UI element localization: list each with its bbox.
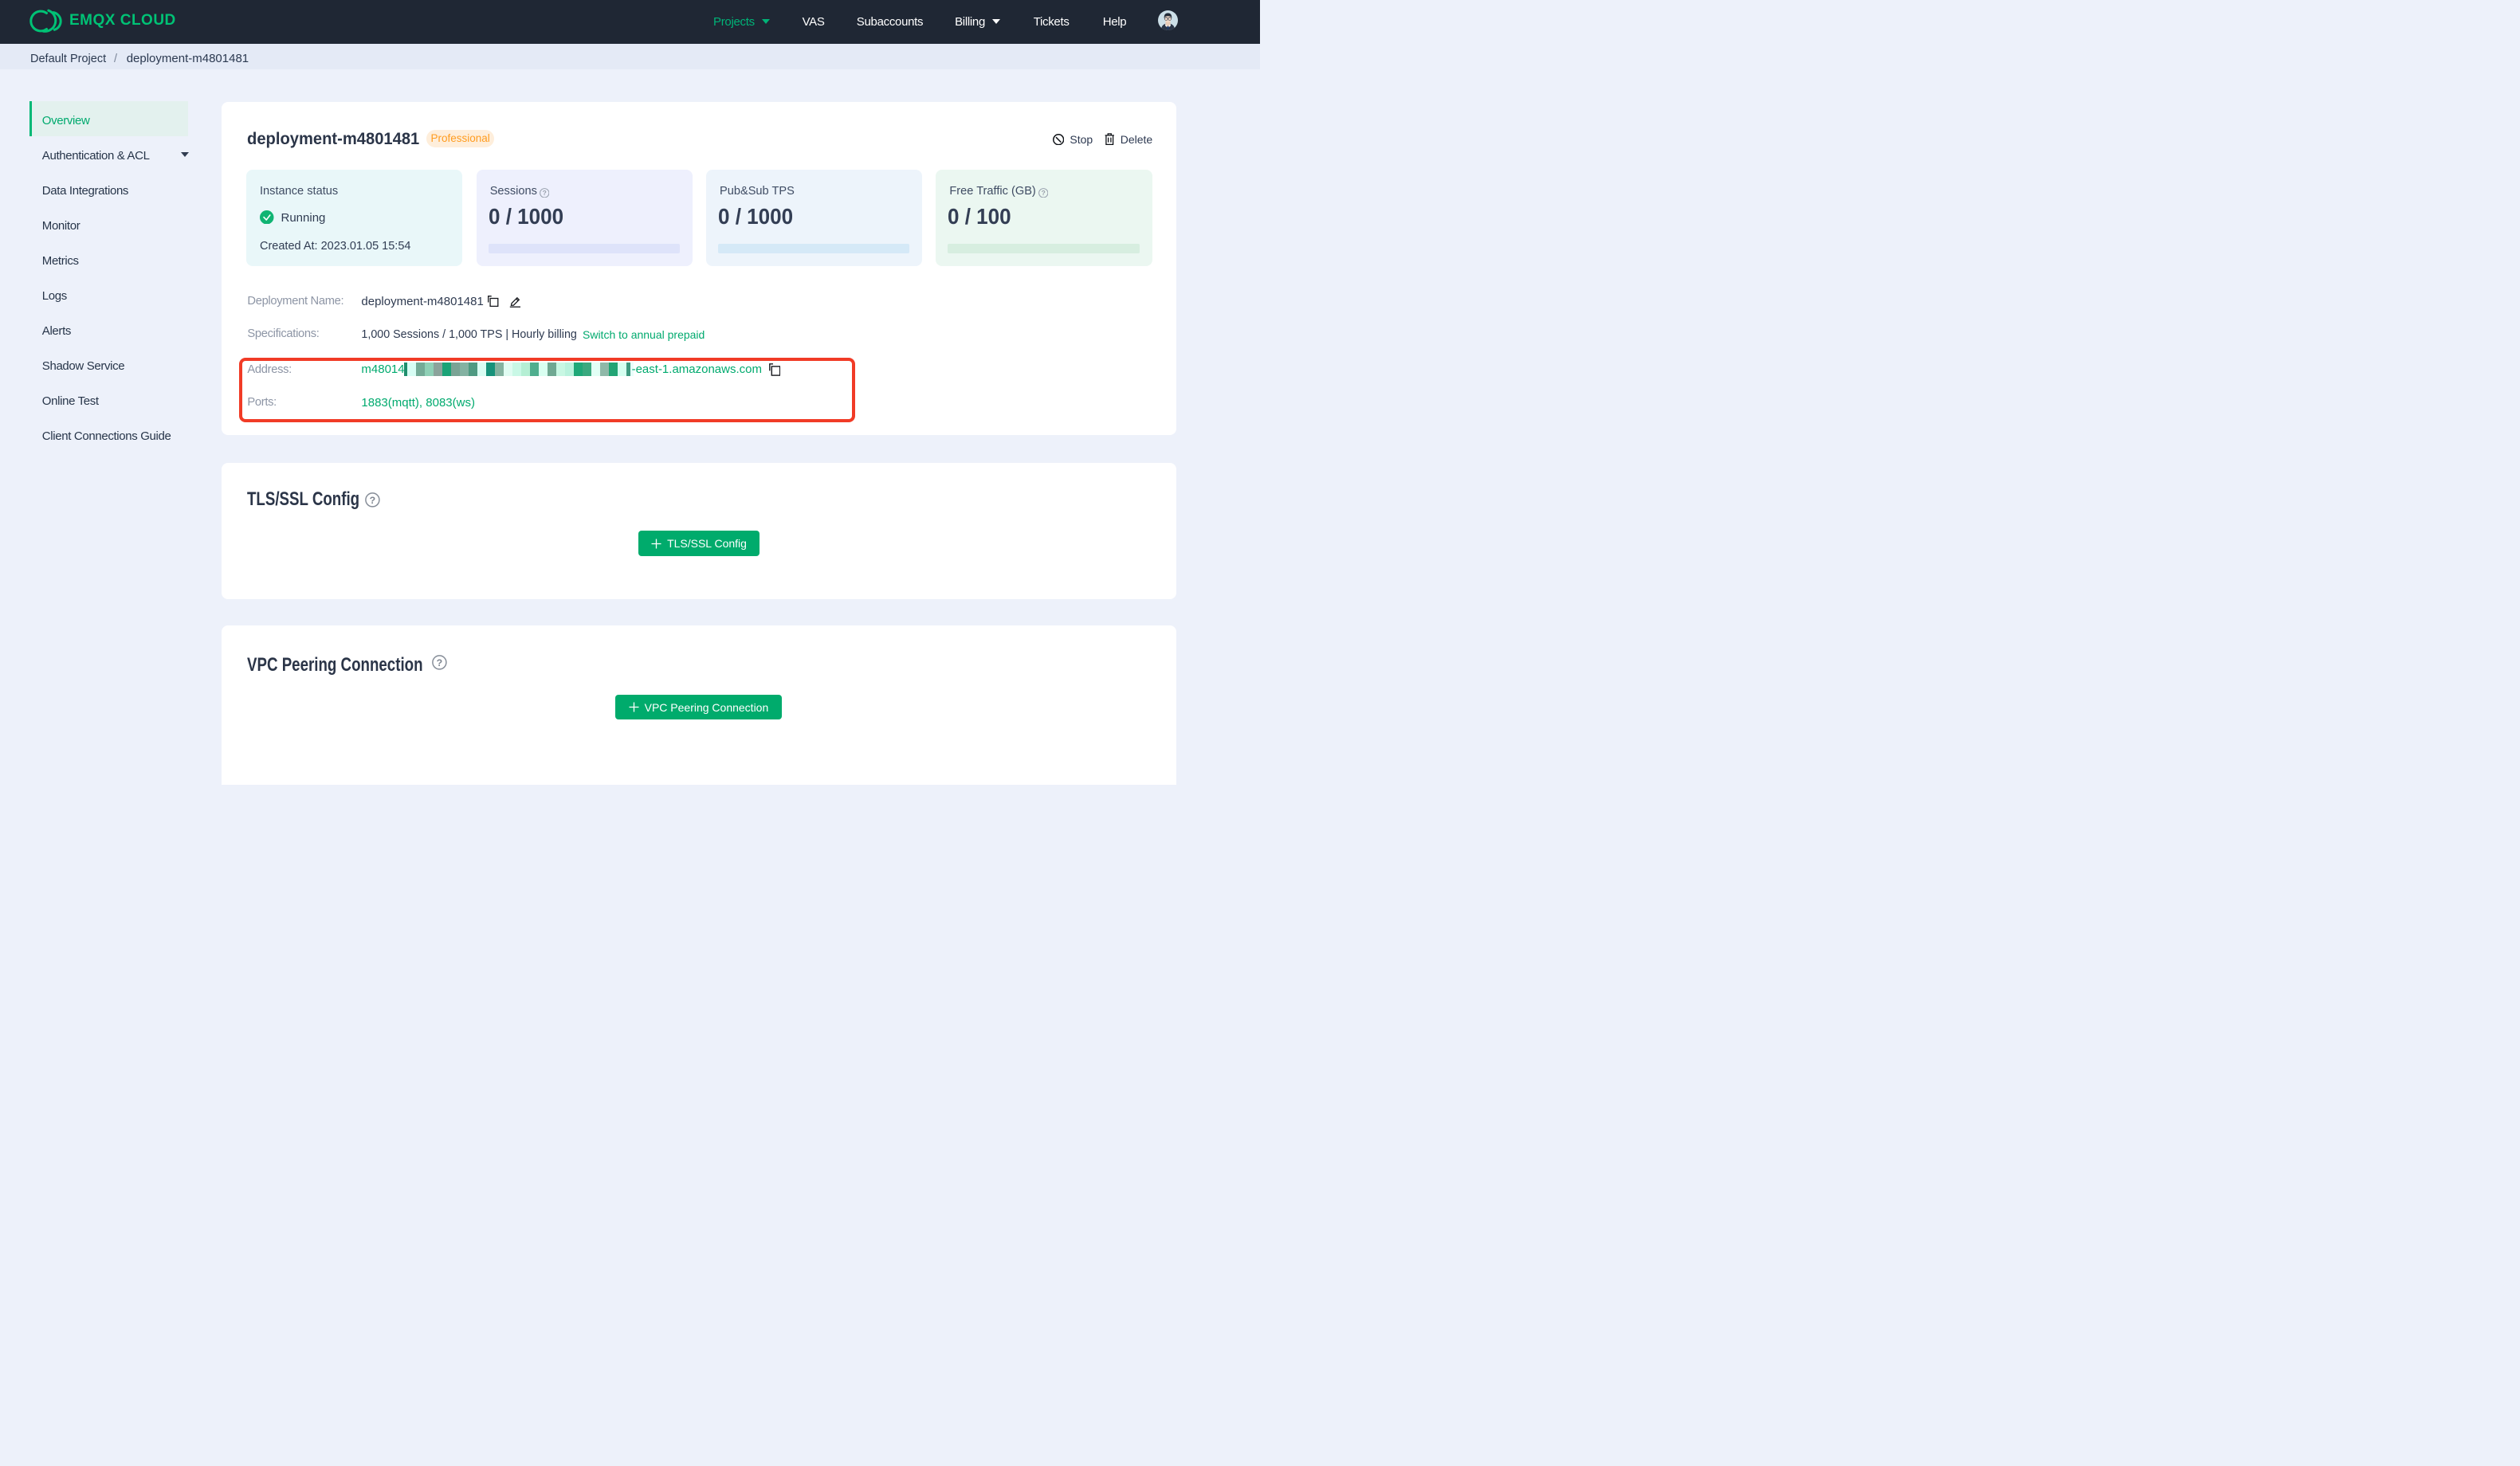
svg-text:?: ?	[542, 189, 546, 197]
svg-text:?: ?	[1041, 189, 1045, 197]
svg-text:?: ?	[437, 657, 443, 668]
svg-text:?: ?	[370, 495, 376, 506]
